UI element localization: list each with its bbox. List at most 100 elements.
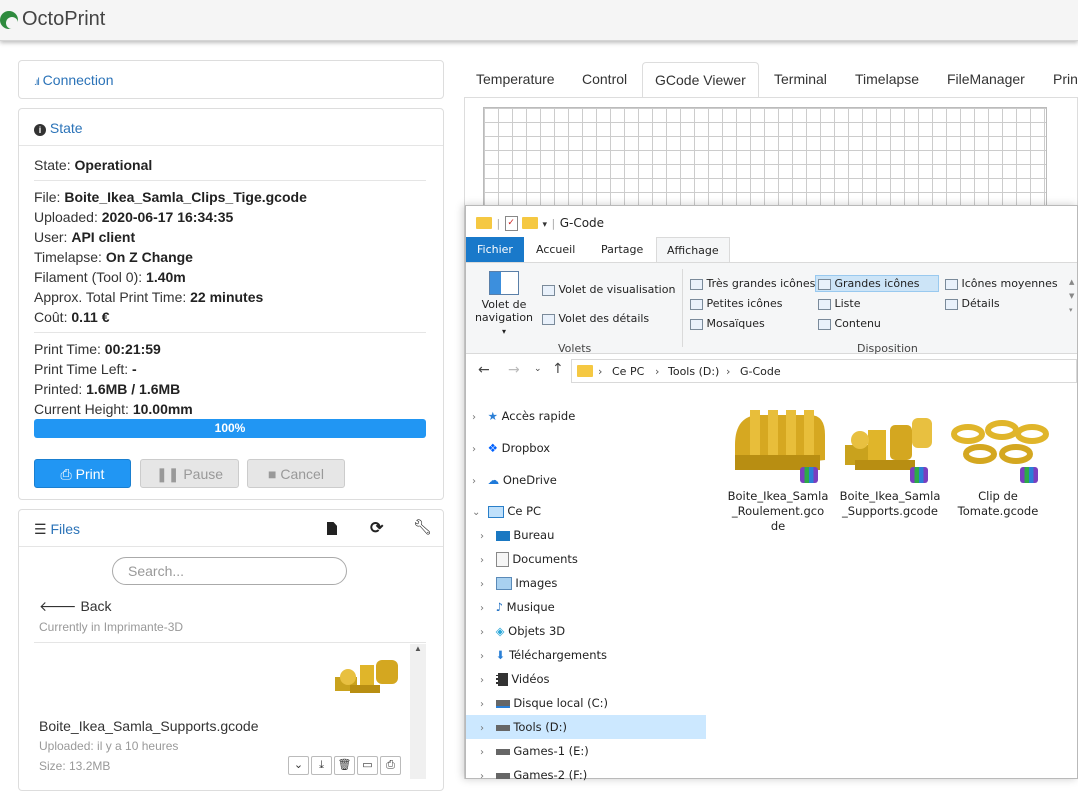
tree-item-documents[interactable]: › Documents [480,547,702,571]
ribbon-tab-accueil[interactable]: Accueil [526,237,585,262]
ribbon-tab-affichage[interactable]: Affichage [656,237,730,263]
state-file: File: Boite_Ikea_Samla_Clips_Tige.gcode [34,189,307,205]
state-user: User: API client [34,229,136,245]
tab-terminal[interactable]: Terminal [774,62,827,98]
print-button[interactable]: ⎙ Print [34,459,131,488]
address-bar[interactable]: › Ce PC › Tools (D:) › G-Code [571,359,1077,383]
pc-icon [487,505,504,518]
tree-item-ce-pc[interactable]: ⌄ Ce PC [472,499,702,523]
properties-icon[interactable]: ✓ [504,215,518,231]
tab-filemanager[interactable]: FileManager [947,62,1025,98]
files-header-divider [19,546,443,547]
tree-item-disque-c[interactable]: › Disque local (C:) [480,691,702,715]
signal-icon: .ıl [34,77,40,88]
preview-pane-icon [542,284,555,296]
state-header[interactable]: i State [34,120,83,136]
drive-icon [495,748,510,755]
new-file-icon[interactable] [327,522,337,535]
gcode-file-type-icon [910,467,928,483]
layout-details[interactable]: Détails [945,297,1000,310]
tree-item-games-2[interactable]: › Games-2 (F:) [480,763,702,787]
breadcrumb-ce-pc[interactable]: Ce PC [612,365,644,378]
tab-gcode-viewer[interactable]: GCode Viewer [642,62,759,100]
tree-item-images[interactable]: › Images [480,571,702,595]
tree-item-telechargements[interactable]: › ⬇ Téléchargements [480,643,702,667]
ribbon-separator [682,269,683,347]
app-title[interactable]: OctoPrint [22,8,105,31]
tab-temperature[interactable]: Temperature [476,62,555,98]
music-icon: ♪ [495,600,503,614]
breadcrumb-gcode[interactable]: G-Code [740,365,781,378]
layout-tiles[interactable]: Mosaïques [690,317,765,330]
tree-item-games-1[interactable]: › Games-1 (E:) [480,739,702,763]
file-print-button[interactable]: ⎙ [380,756,401,775]
preview-pane-button[interactable]: Volet de visualisation [542,283,675,296]
file-list-scrollbar[interactable]: ▲ [410,644,426,779]
layout-large-icons[interactable]: Grandes icônes [815,275,939,292]
up-arrow-icon[interactable]: ↑ [552,361,564,377]
dropdown-arrow-icon: ▾ [501,327,506,336]
tree-item-bureau[interactable]: › Bureau [480,523,702,547]
octoprint-logo-icon[interactable] [0,11,18,29]
forward-arrow-icon[interactable]: → [508,362,520,378]
layout-scroll-icon[interactable]: ▲ ▼ ▾ [1069,275,1074,317]
tree-item-onedrive[interactable]: › ☁ OneDrive [472,468,702,492]
navigation-pane-button[interactable]: Volet de navigation ▾ [474,271,534,337]
customize-toolbar-icon[interactable]: ▾ [543,220,548,230]
tree-item-dropbox[interactable]: › ❖ Dropbox [472,436,702,460]
gcode-file-type-icon [800,467,818,483]
files-search-input[interactable]: Search... [112,557,347,585]
recent-locations-icon[interactable]: ⌄ [534,364,542,374]
details-view-icon [945,298,958,310]
chevron-right-icon: › [480,579,484,590]
wrench-icon[interactable]: 🔧︎ [413,518,432,536]
tab-control[interactable]: Control [582,62,627,98]
small-icons-icon [690,298,703,310]
state-filament: Filament (Tool 0): 1.40m [34,269,186,285]
ribbon-panel: Volet de navigation ▾ Volet de visualisa… [466,262,1077,355]
tree-item-tools-d[interactable]: › Tools (D:) [466,715,706,739]
files-header[interactable]: ☰ Files [34,521,80,538]
file-delete-button[interactable]: 🗑︎ [334,756,355,775]
layout-content[interactable]: Contenu [818,317,881,330]
tree-item-objets-3d[interactable]: › ◈ Objets 3D [480,619,702,643]
tab-print[interactable]: Prin [1053,62,1078,98]
chevron-right-icon: › [480,771,484,782]
pause-button[interactable]: ❚❚ Pause [140,459,239,488]
layout-extra-large-icons[interactable]: Très grandes icônes [690,277,815,290]
refresh-icon[interactable]: ⟳ [370,518,383,538]
details-pane-button[interactable]: Volet des détails [542,312,649,325]
window-title: G-Code [559,216,605,230]
tree-item-acces-rapide[interactable]: › ★ Accès rapide [472,404,702,428]
print-progress-bar: 100% [34,419,426,438]
stop-icon: ■ [268,466,277,482]
tree-item-musique[interactable]: › ♪ Musique [480,595,702,619]
cancel-button[interactable]: ■ Cancel [247,459,345,488]
ribbon-tab-fichier[interactable]: Fichier [466,237,524,262]
breadcrumb-tools[interactable]: Tools (D:) [668,365,719,378]
cloud-icon: ☁ [487,473,500,487]
file-load-button[interactable]: ▭ [357,756,378,775]
file-item-name[interactable]: Boite_Ikea_Samla_Supports.gcode [39,716,258,736]
file-expand-button[interactable]: ⌄ [288,756,309,775]
tree-item-videos[interactable]: › Vidéos [480,667,702,691]
new-folder-icon[interactable] [522,217,539,229]
ribbon-tab-partage[interactable]: Partage [591,237,653,262]
back-link[interactable]: 🡐 Back [39,596,112,616]
quick-access-toolbar: | ✓ ▾ | G-Code [476,215,604,231]
tiles-icon [690,318,703,330]
back-arrow-icon[interactable]: ← [478,362,490,378]
navbar: OctoPrint [0,0,1078,41]
layout-list[interactable]: Liste [818,297,861,310]
layout-small-icons[interactable]: Petites icônes [690,297,783,310]
drive-icon [495,772,510,779]
layout-medium-icons[interactable]: Icônes moyennes [945,277,1058,290]
tab-timelapse[interactable]: Timelapse [855,62,919,98]
file-download-button[interactable]: ⤓ [311,756,332,775]
chevron-down-icon: ⌄ [472,507,481,518]
folder-icon[interactable] [476,217,492,229]
connection-header[interactable]: .ıl Connection [34,72,114,88]
scroll-up-icon[interactable]: ▲ [410,644,426,653]
navigation-pane-icon [489,271,519,295]
video-icon [495,673,508,686]
